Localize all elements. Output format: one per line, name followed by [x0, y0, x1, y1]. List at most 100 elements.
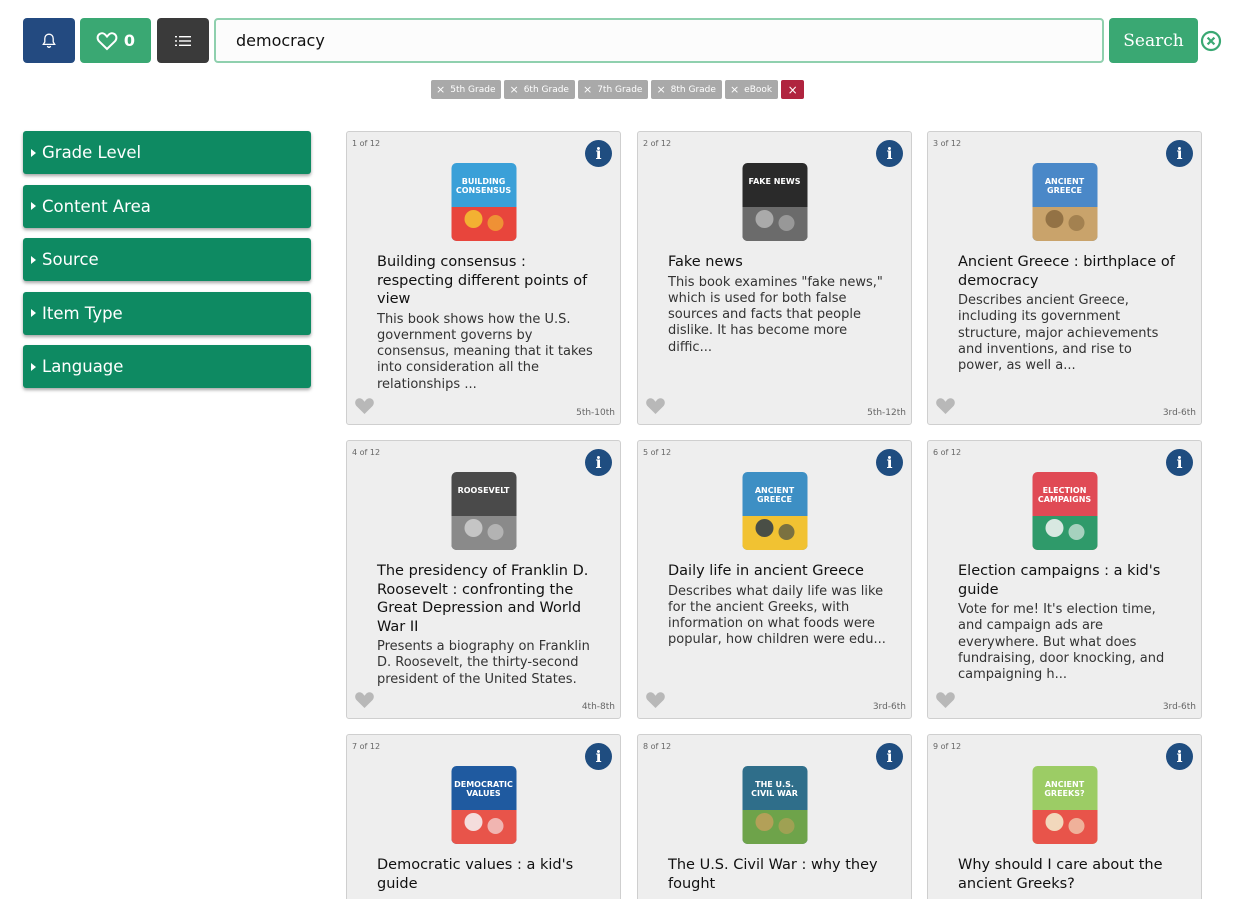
filter-chip-6th-grade[interactable]: × 6th Grade [504, 80, 575, 99]
result-description: Describes what daily life was like for t… [668, 583, 886, 648]
search-input[interactable] [214, 18, 1104, 63]
result-card[interactable]: 5 of 12 i ANCIENT GREECE Daily life in anci… [637, 440, 912, 719]
grade-range: 5th-10th [576, 408, 615, 418]
book-cover[interactable]: ROOSEVELT [451, 472, 516, 550]
info-icon[interactable]: i [876, 449, 903, 476]
result-index: 7 of 12 [352, 742, 381, 751]
facet-item-type[interactable]: Item Type [23, 291, 311, 335]
result-index: 3 of 12 [933, 139, 962, 148]
heart-icon[interactable] [935, 396, 956, 415]
caret-right-icon [31, 362, 36, 371]
facet-sidebar: Grade Level Content Area Source Item Typ… [23, 131, 311, 399]
heart-icon[interactable] [354, 690, 375, 709]
cover-title: BUILDING CONSENSUS [455, 177, 512, 195]
grade-range: 5th-12th [867, 408, 906, 418]
cover-title: ANCIENT GREECE [1044, 177, 1085, 195]
result-index: 9 of 12 [933, 742, 962, 751]
filter-chip-5th-grade[interactable]: × 5th Grade [431, 80, 502, 99]
heart-icon[interactable] [645, 396, 666, 415]
info-icon[interactable]: i [1166, 140, 1193, 167]
remove-icon: × [582, 83, 593, 96]
result-card[interactable]: 9 of 12 i ANCIENT GREEKS? Why should I care… [927, 734, 1202, 899]
result-title[interactable]: Democratic values : a kid's guide [377, 856, 602, 893]
close-icon: × [787, 82, 798, 97]
result-card[interactable]: 1 of 12 i BUILDING CONSENSUS Building conse… [346, 131, 621, 425]
result-card[interactable]: 2 of 12 i FAKE NEWS Fake news This book exam… [637, 131, 912, 425]
info-icon[interactable]: i [876, 140, 903, 167]
facet-content-area[interactable]: Content Area [23, 184, 311, 228]
clear-all-filters-button[interactable]: × [781, 80, 805, 99]
cover-title: THE U.S. CIVIL WAR [751, 780, 798, 798]
result-index: 4 of 12 [352, 448, 381, 457]
facet-source[interactable]: Source [23, 238, 311, 281]
remove-icon: × [509, 83, 519, 96]
heart-icon[interactable] [354, 396, 375, 415]
result-title[interactable]: Fake news [668, 253, 893, 272]
result-card[interactable]: 7 of 12 i DEMOCRATIC VALUES Democratic valu… [346, 734, 621, 899]
top-toolbar: 0 Search [23, 18, 1223, 63]
result-description: Vote for me! It's election time, and cam… [958, 602, 1165, 683]
book-cover[interactable]: ANCIENT GREECE [1032, 163, 1097, 241]
remove-icon: × [656, 83, 666, 96]
list-view-button[interactable] [157, 18, 209, 63]
result-title[interactable]: The presidency of Franklin D. Roosevelt … [377, 562, 602, 636]
result-index: 8 of 12 [643, 742, 672, 751]
favorites-button[interactable]: 0 [80, 18, 151, 63]
cover-title: DEMOCRATIC VALUES [454, 780, 513, 798]
result-description: This book shows how the U.S. government … [377, 311, 593, 392]
list-icon [175, 35, 191, 46]
bell-icon [42, 33, 56, 48]
result-description: This book examines "fake news," which is… [668, 274, 883, 355]
caret-right-icon [31, 202, 36, 210]
heart-icon[interactable] [645, 690, 666, 709]
book-cover[interactable]: ELECTION CAMPAIGNS [1032, 472, 1097, 550]
heart-icon[interactable] [935, 690, 956, 709]
result-title[interactable]: Daily life in ancient Greece [668, 562, 893, 581]
filter-chip-ebook[interactable]: × eBook [724, 80, 779, 99]
result-title[interactable]: Why should I care about the ancient Gree… [958, 856, 1183, 893]
info-icon[interactable]: i [585, 140, 612, 167]
filter-chip-7th-grade[interactable]: × 7th Grade [577, 80, 649, 99]
book-cover[interactable]: ANCIENT GREEKS? [1032, 766, 1097, 844]
result-card[interactable]: 3 of 12 i ANCIENT GREECE Ancient Greece : b… [927, 131, 1202, 425]
result-index: 6 of 12 [933, 448, 962, 457]
info-icon[interactable]: i [1166, 449, 1193, 476]
facet-language[interactable]: Language [23, 345, 311, 388]
cover-title: ANCIENT GREEKS? [1044, 780, 1085, 798]
notifications-button[interactable] [23, 18, 75, 63]
book-cover[interactable]: BUILDING CONSENSUS [451, 163, 516, 241]
info-icon[interactable]: i [585, 449, 612, 476]
search-button[interactable]: Search [1109, 18, 1198, 63]
remove-icon: × [436, 83, 446, 96]
facet-grade-level[interactable]: Grade Level [23, 131, 311, 174]
circle-x-icon [1200, 30, 1222, 52]
result-index: 5 of 12 [643, 448, 672, 457]
heart-icon [96, 31, 118, 50]
info-icon[interactable]: i [585, 743, 612, 770]
grade-range: 4th-8th [581, 702, 615, 712]
result-card[interactable]: 4 of 12 i ROOSEVELT The presidency of Frank… [346, 440, 621, 719]
book-cover[interactable]: DEMOCRATIC VALUES [451, 766, 516, 844]
book-cover[interactable]: THE U.S. CIVIL WAR [742, 766, 807, 844]
result-card[interactable]: 6 of 12 i ELECTION CAMPAIGNS Election campa… [927, 440, 1202, 719]
result-description: Presents a biography on Franklin D. Roos… [377, 639, 590, 687]
caret-right-icon [31, 309, 36, 317]
grade-range: 3rd-6th [872, 702, 906, 712]
grade-range: 3rd-6th [1162, 702, 1196, 712]
clear-search-button[interactable] [1200, 30, 1222, 52]
remove-icon: × [729, 83, 740, 96]
grade-range: 3rd-6th [1162, 408, 1196, 418]
info-icon[interactable]: i [1166, 743, 1193, 770]
result-card[interactable]: 8 of 12 i THE U.S. CIVIL WAR The U.S. Civil… [637, 734, 912, 899]
result-title[interactable]: Election campaigns : a kid's guide [958, 562, 1183, 599]
favorites-count: 0 [123, 31, 136, 50]
result-index: 1 of 12 [352, 139, 381, 148]
book-cover[interactable]: FAKE NEWS [742, 163, 807, 241]
filter-chip-8th-grade[interactable]: × 8th Grade [651, 80, 722, 99]
info-icon[interactable]: i [876, 743, 903, 770]
active-filters: × 5th Grade × 6th Grade × 7th Grade × 8th Gr… [431, 80, 805, 99]
result-title[interactable]: Building consensus : respecting differen… [377, 253, 602, 309]
result-title[interactable]: The U.S. Civil War : why they fought [668, 856, 893, 893]
result-title[interactable]: Ancient Greece : birthplace of democracy [958, 253, 1183, 290]
book-cover[interactable]: ANCIENT GREECE [742, 472, 807, 550]
